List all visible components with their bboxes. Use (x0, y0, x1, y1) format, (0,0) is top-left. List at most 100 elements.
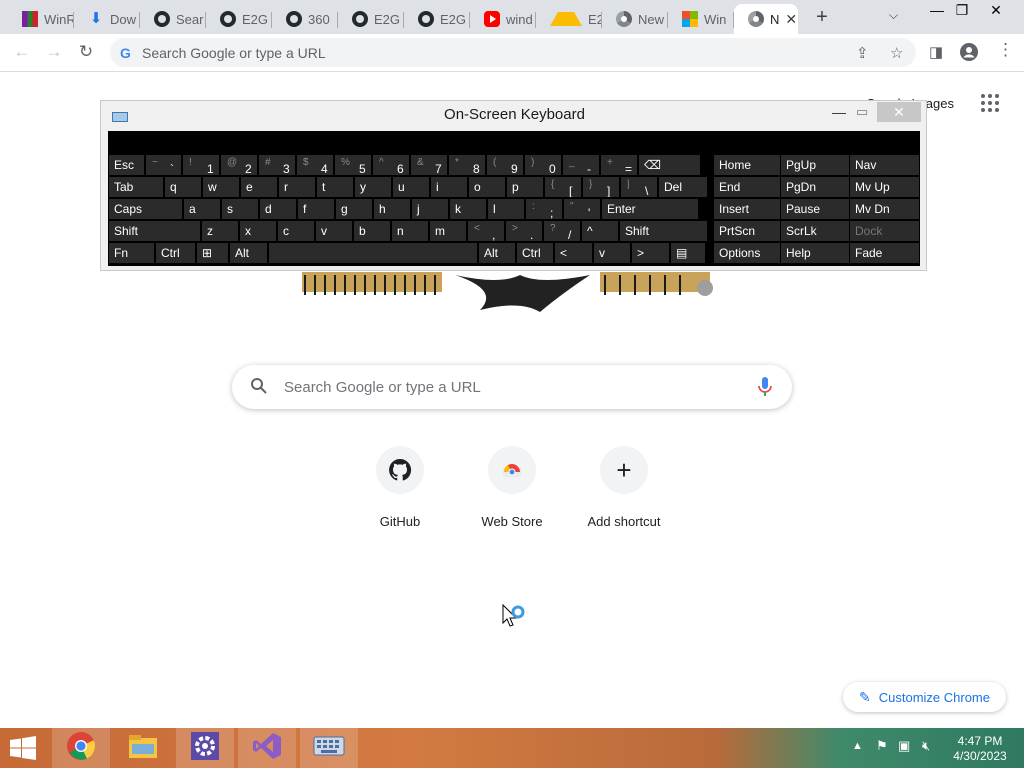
osk-key[interactable]: h (374, 199, 410, 219)
minimize-window-button[interactable]: — (923, 2, 951, 18)
osk-key[interactable]: a (184, 199, 220, 219)
forward-button[interactable]: → (42, 41, 66, 65)
osk-key[interactable]: Alt (230, 243, 267, 263)
osk-key[interactable]: Alt (479, 243, 515, 263)
taskbar-on-screen-keyboard-button[interactable] (300, 728, 358, 768)
osk-key[interactable]: Ctrl (517, 243, 553, 263)
browser-tab[interactable]: 360 (272, 4, 338, 34)
osk-key[interactable]: ) 0 (525, 155, 561, 175)
shortcut-web-store[interactable]: Web Store (456, 446, 568, 529)
taskbar-file-explorer-button[interactable] (114, 728, 172, 768)
osk-key[interactable]: ⌫ (639, 155, 700, 175)
profile-avatar-icon[interactable] (960, 43, 978, 65)
osk-key[interactable]: u (393, 177, 429, 197)
customize-chrome-button[interactable]: ✎ Customize Chrome (843, 682, 1006, 712)
osk-nav-key[interactable]: ScrLk (781, 221, 849, 241)
taskbar-chrome-button[interactable] (52, 728, 110, 768)
browser-tab[interactable]: E2G (206, 4, 272, 34)
osk-maximize-button[interactable]: ▭ (856, 104, 868, 120)
show-hidden-icons-chevron-icon[interactable]: ▲ (852, 740, 863, 752)
osk-key[interactable]: " ' (564, 199, 600, 219)
browser-tab[interactable]: N ✕ (734, 4, 798, 34)
close-window-button[interactable]: ✕ (982, 2, 1010, 19)
osk-nav-key[interactable]: Options (714, 243, 780, 263)
osk-nav-key[interactable]: Home (714, 155, 780, 175)
osk-key[interactable]: w (203, 177, 239, 197)
shortcut-github[interactable]: GitHub (344, 446, 456, 529)
reload-button[interactable]: ↻ (74, 41, 98, 65)
osk-nav-key[interactable]: Mv Dn (850, 199, 919, 219)
osk-key[interactable]: i (431, 177, 467, 197)
osk-key[interactable]: #3 (259, 155, 295, 175)
share-icon[interactable]: ⇪ (856, 44, 869, 62)
back-button[interactable]: ← (10, 41, 34, 65)
osk-key[interactable]: c (278, 221, 314, 241)
osk-key[interactable]: + = (601, 155, 637, 175)
osk-key[interactable]: (9 (487, 155, 523, 175)
osk-key[interactable]: ^ (582, 221, 618, 241)
osk-key[interactable]: Ctrl (156, 243, 195, 263)
browser-tab[interactable]: Sear (140, 4, 206, 34)
osk-key[interactable]: v (594, 243, 630, 263)
osk-key[interactable]: n (392, 221, 428, 241)
osk-key[interactable]: ^ 6 (373, 155, 409, 175)
browser-tab[interactable]: E2G (338, 4, 404, 34)
osk-key[interactable]: k (450, 199, 486, 219)
osk-key[interactable]: _ - (563, 155, 599, 175)
osk-key[interactable]: r (279, 177, 315, 197)
osk-key[interactable]: Enter (602, 199, 698, 219)
osk-key[interactable]: ? / (544, 221, 580, 241)
osk-key[interactable]: % 5 (335, 155, 371, 175)
osk-key[interactable]: Del (659, 177, 707, 197)
osk-key[interactable]: x (240, 221, 276, 241)
osk-key[interactable]: @2 (221, 155, 257, 175)
side-panel-icon[interactable]: ◨ (929, 43, 943, 61)
on-screen-keyboard-window[interactable]: On-Screen Keyboard — ▭ ✕ Esc ~ `! 1 @2 #3 $4% 5… (100, 100, 927, 271)
osk-key[interactable] (269, 243, 477, 263)
osk-nav-key[interactable]: Nav (850, 155, 919, 175)
taskbar-visual-studio-button[interactable] (238, 728, 296, 768)
osk-nav-key[interactable]: PrtScn (714, 221, 780, 241)
osk-key[interactable]: Shift (620, 221, 707, 241)
osk-key[interactable]: q (165, 177, 201, 197)
osk-key[interactable]: y (355, 177, 391, 197)
browser-tab[interactable]: WinR (8, 4, 74, 34)
taskbar-settings-button[interactable] (176, 728, 234, 768)
osk-key[interactable]: v (316, 221, 352, 241)
osk-nav-key[interactable]: Insert (714, 199, 780, 219)
osk-close-button[interactable]: ✕ (877, 102, 921, 122)
osk-key[interactable]: ~ ` (146, 155, 181, 175)
osk-minimize-button[interactable]: — (832, 104, 846, 120)
osk-key[interactable]: m (430, 221, 466, 241)
taskbar-clock[interactable]: 4:47 PM 4/30/2023 (948, 734, 1012, 764)
osk-nav-key[interactable]: End (714, 177, 780, 197)
chrome-menu-icon[interactable]: ⋮ (997, 40, 1014, 60)
browser-tab[interactable]: E2G (404, 4, 470, 34)
osk-key[interactable]: < (555, 243, 592, 263)
osk-key[interactable]: f (298, 199, 334, 219)
osk-key[interactable]: Fn (109, 243, 154, 263)
osk-key[interactable]: }] (583, 177, 619, 197)
voice-search-mic-icon[interactable] (758, 377, 772, 402)
osk-key[interactable]: >. (506, 221, 542, 241)
osk-key[interactable]: & 7 (411, 155, 447, 175)
osk-key[interactable]: t (317, 177, 353, 197)
osk-nav-key[interactable]: Help (781, 243, 849, 263)
browser-tab[interactable]: wind (470, 4, 536, 34)
osk-key[interactable]: p (507, 177, 543, 197)
osk-key[interactable]: $4 (297, 155, 333, 175)
osk-key[interactable]: e (241, 177, 277, 197)
ntp-search-box[interactable]: Search Google or type a URL (232, 365, 792, 409)
osk-key[interactable]: g (336, 199, 372, 219)
osk-key[interactable]: z (202, 221, 238, 241)
osk-key[interactable]: | \ (621, 177, 657, 197)
close-tab-icon[interactable]: ✕ (785, 11, 797, 28)
osk-key[interactable]: ! 1 (183, 155, 219, 175)
osk-key[interactable]: l (488, 199, 524, 219)
address-bar[interactable]: G Search Google or type a URL ⇪ ☆ (110, 38, 916, 67)
windows-start-icon[interactable] (8, 736, 38, 760)
browser-tab[interactable]: New (602, 4, 668, 34)
osk-nav-key[interactable]: Pause (781, 199, 849, 219)
browser-tab[interactable]: Win (668, 4, 734, 34)
osk-key[interactable]: b (354, 221, 390, 241)
